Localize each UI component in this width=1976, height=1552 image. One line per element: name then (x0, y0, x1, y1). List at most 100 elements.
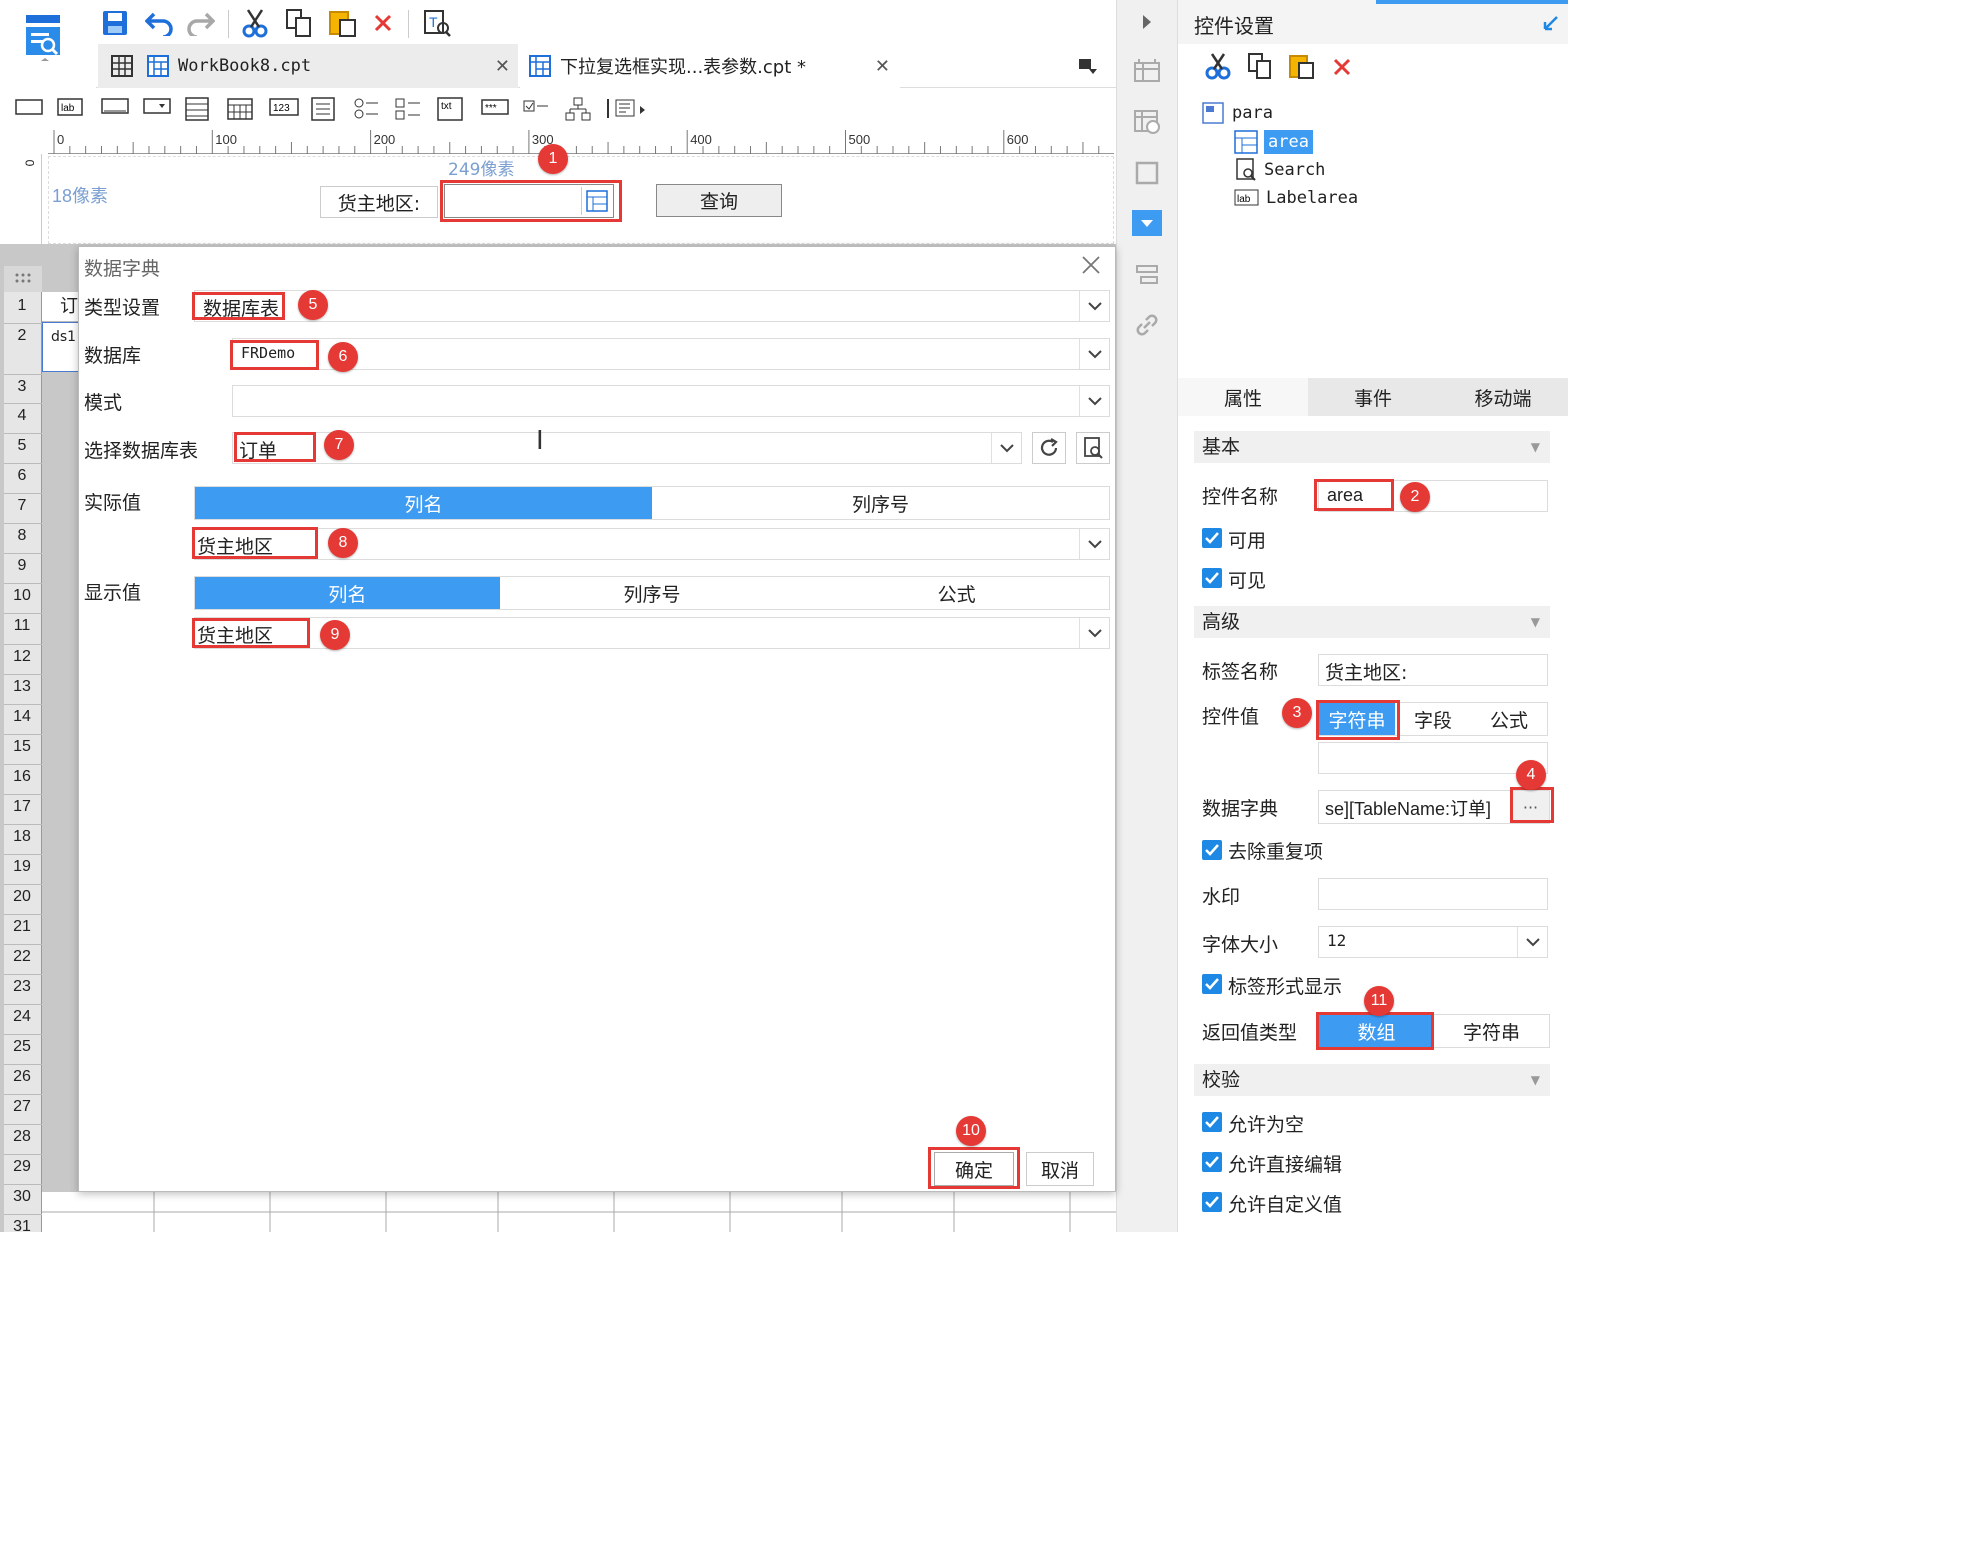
copy-icon[interactable] (282, 6, 316, 40)
database-select[interactable]: FRDemo (232, 338, 1110, 370)
chevron-down-icon[interactable] (1079, 291, 1109, 321)
section-advanced[interactable]: 高级 ▼ (1194, 606, 1550, 638)
tab-dropdown-checkbox[interactable]: 下拉复选框实现...表参数.cpt * ✕ (520, 44, 900, 88)
row-number[interactable]: 18 (4, 828, 40, 846)
display-tab-column-name[interactable]: 列名 (195, 577, 500, 609)
label-display-checkbox[interactable] (1202, 974, 1222, 994)
frame-icon[interactable] (1130, 156, 1164, 190)
textbox-widget-icon[interactable] (14, 96, 56, 118)
dedupe-checkbox[interactable] (1202, 840, 1222, 860)
delete-icon[interactable] (368, 6, 398, 40)
tab-workbook8[interactable]: WorkBook8.cpt ✕ (98, 44, 518, 88)
row-number[interactable]: 16 (4, 768, 40, 786)
format-icon[interactable] (1130, 104, 1164, 138)
app-logo-icon[interactable] (22, 12, 66, 64)
textarea-widget-icon[interactable] (310, 96, 352, 122)
panel-delete-icon[interactable] (1328, 52, 1356, 82)
button-widget-icon[interactable] (100, 96, 142, 118)
row-number[interactable]: 27 (4, 1098, 40, 1116)
table-preview-icon[interactable] (1076, 432, 1110, 464)
param-label[interactable]: 货主地区: (320, 186, 438, 218)
row-number[interactable]: 15 (4, 738, 40, 756)
row-number[interactable]: 21 (4, 918, 40, 936)
allow-edit-checkbox[interactable] (1202, 1152, 1222, 1172)
cancel-button[interactable]: 取消 (1026, 1152, 1094, 1186)
redo-icon[interactable] (184, 6, 218, 40)
cell-a2[interactable]: ds1 (42, 322, 82, 372)
tab-mobile[interactable]: 移动端 (1438, 378, 1568, 416)
collapse-arrow-icon[interactable] (1132, 10, 1162, 34)
tree-item-search[interactable]: Search (1234, 158, 1325, 182)
actual-tab-column-name[interactable]: 列名 (195, 487, 652, 519)
watermark-input[interactable] (1318, 878, 1548, 910)
visible-checkbox[interactable] (1202, 568, 1222, 588)
row-number[interactable]: 2 (4, 327, 40, 345)
tab-menu-icon[interactable] (1074, 54, 1102, 78)
tree-root[interactable]: para (1202, 102, 1273, 124)
panel-copy-icon[interactable] (1244, 50, 1276, 82)
type-select[interactable]: 数据库表 (194, 290, 1110, 322)
allow-empty-checkbox[interactable] (1202, 1112, 1222, 1132)
row-number[interactable]: 12 (4, 648, 40, 666)
row-number[interactable]: 1 (4, 297, 40, 315)
tab-properties[interactable]: 属性 (1178, 378, 1308, 416)
cell-attr-icon[interactable] (1130, 54, 1164, 88)
row-number[interactable]: 28 (4, 1128, 40, 1146)
text-widget-icon[interactable]: txt (436, 96, 480, 122)
display-tab-column-index[interactable]: 列序号 (500, 577, 805, 609)
row-number[interactable]: 24 (4, 1008, 40, 1026)
number-widget-icon[interactable]: 123 (268, 96, 310, 118)
enabled-checkbox[interactable] (1202, 528, 1222, 548)
row-number[interactable]: 5 (4, 437, 40, 455)
chevron-down-icon[interactable] (1079, 339, 1109, 369)
radio-group-icon[interactable] (352, 96, 394, 122)
row-number[interactable]: 20 (4, 888, 40, 906)
select-all-icon[interactable] (4, 266, 42, 292)
hyperlink-icon[interactable] (1130, 310, 1164, 340)
value-tab-field[interactable]: 字段 (1395, 703, 1471, 735)
actual-tab-column-index[interactable]: 列序号 (652, 487, 1109, 519)
cell-a1[interactable]: 订 (42, 292, 82, 322)
checkbox-group-icon[interactable] (394, 96, 436, 122)
value-tab-formula[interactable]: 公式 (1471, 703, 1547, 735)
tree-item-labelarea[interactable]: lab Labelarea (1234, 188, 1358, 208)
chevron-down-icon[interactable] (1079, 618, 1109, 648)
chevron-down-icon[interactable] (1079, 386, 1109, 416)
row-number[interactable]: 11 (4, 617, 40, 635)
row-number[interactable]: 17 (4, 798, 40, 816)
row-number[interactable]: 10 (4, 587, 40, 605)
row-number[interactable]: 26 (4, 1068, 40, 1086)
tab-events[interactable]: 事件 (1308, 378, 1438, 416)
row-number[interactable]: 9 (4, 557, 40, 575)
cut-icon[interactable] (238, 6, 272, 40)
row-number[interactable]: 14 (4, 708, 40, 726)
widget-settings-icon[interactable] (1132, 210, 1162, 236)
allow-custom-checkbox[interactable] (1202, 1192, 1222, 1212)
label-name-input[interactable]: 货主地区: (1318, 654, 1548, 686)
row-number[interactable]: 29 (4, 1158, 40, 1176)
panel-cut-icon[interactable] (1202, 50, 1234, 82)
row-number[interactable]: 13 (4, 678, 40, 696)
row-number[interactable]: 25 (4, 1038, 40, 1056)
tree-item-area[interactable]: area (1234, 130, 1313, 154)
section-validate[interactable]: 校验 ▼ (1194, 1064, 1550, 1096)
combo-widget-icon[interactable] (142, 96, 184, 118)
more-widgets-icon[interactable] (606, 96, 654, 122)
row-number[interactable]: 31 (4, 1218, 40, 1232)
row-number[interactable]: 19 (4, 858, 40, 876)
checkbox-widget-icon[interactable] (522, 96, 564, 118)
return-type-string[interactable]: 字符串 (1434, 1015, 1549, 1047)
pin-icon[interactable] (1538, 10, 1564, 36)
chevron-down-icon[interactable] (1079, 529, 1109, 559)
list-widget-icon[interactable] (184, 96, 226, 122)
close-icon[interactable] (1078, 252, 1104, 278)
section-basic[interactable]: 基本 ▼ (1194, 431, 1550, 463)
close-tab-icon[interactable]: ✕ (495, 56, 510, 77)
row-number[interactable]: 6 (4, 467, 40, 485)
condition-icon[interactable] (1130, 260, 1164, 290)
chevron-down-icon[interactable] (1517, 927, 1547, 957)
password-widget-icon[interactable]: *** (480, 96, 522, 118)
tree-widget-icon[interactable] (564, 96, 606, 122)
widget-value-input[interactable] (1318, 742, 1548, 774)
row-number[interactable]: 3 (4, 378, 40, 396)
